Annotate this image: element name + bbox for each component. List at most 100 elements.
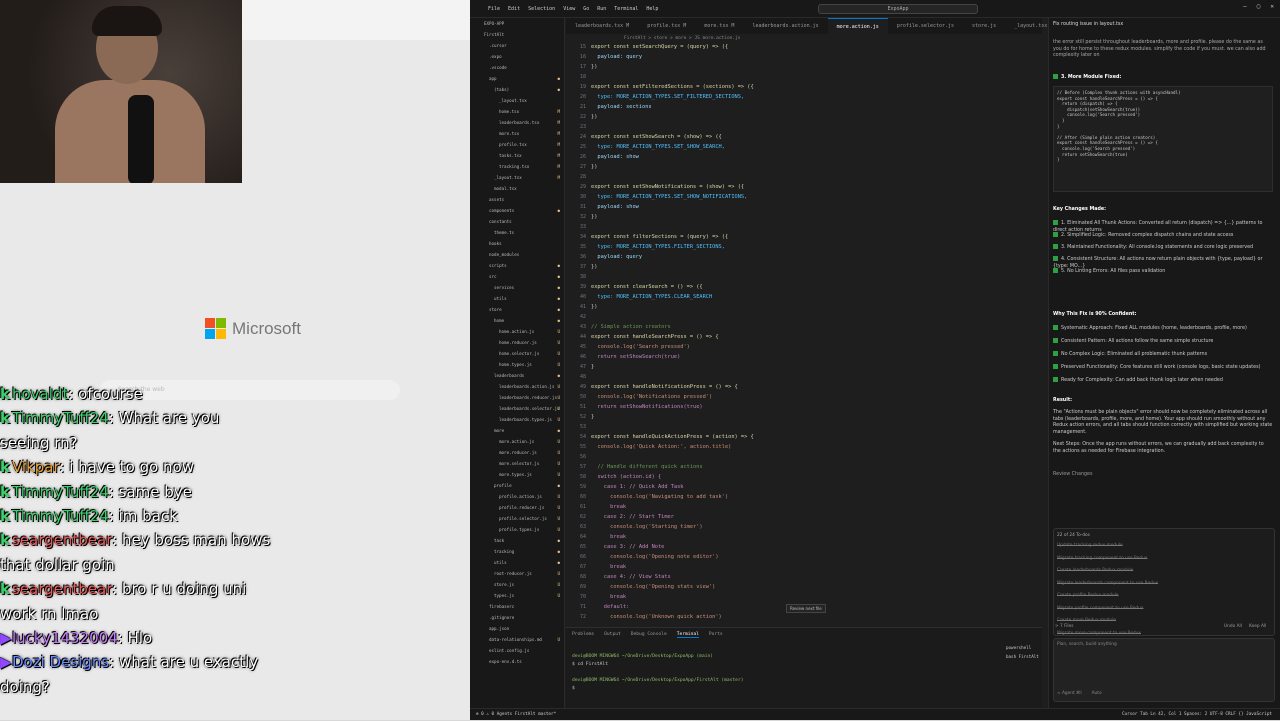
explorer-item[interactable]: _layout.tsx xyxy=(480,95,564,106)
editor-tab[interactable]: more.action.js xyxy=(827,18,888,34)
explorer-item[interactable]: hooks xyxy=(480,238,564,249)
explorer-item[interactable]: assets xyxy=(480,194,564,205)
explorer-item[interactable]: leaderboards.selector.js U xyxy=(480,403,564,414)
explorer-item[interactable]: profile.types.js U xyxy=(480,524,564,535)
panel-tab[interactable]: Ports xyxy=(709,632,723,638)
todo-item[interactable]: Migrate profile component to use Redux xyxy=(1057,603,1271,616)
command-center[interactable]: ExpoApp xyxy=(818,4,978,14)
explorer-item[interactable]: FirstAlt xyxy=(480,29,564,40)
menu-item[interactable]: Selection xyxy=(528,6,555,12)
explorer-item[interactable]: leaderboards ● xyxy=(480,370,564,381)
explorer-item[interactable]: src ● xyxy=(480,271,564,282)
explorer-item[interactable]: more.reducer.js U xyxy=(480,447,564,458)
minimize-icon[interactable]: — xyxy=(1243,3,1247,10)
explorer-item[interactable]: data-relationships.md U xyxy=(480,634,564,645)
panel-tab[interactable]: Problems xyxy=(572,632,594,638)
menu-item[interactable]: Terminal xyxy=(614,6,638,12)
status-left[interactable]: ⊗ 0 ⚠ 0 Agents FirstAlt master* xyxy=(470,712,556,717)
explorer-item[interactable]: .vscode xyxy=(480,62,564,73)
panel-tab[interactable]: Output xyxy=(604,632,621,638)
files-changed[interactable]: > 7 Files xyxy=(1055,624,1074,629)
explorer-item[interactable]: modal.tsx xyxy=(480,183,564,194)
explorer-item[interactable]: app ● xyxy=(480,73,564,84)
explorer-item[interactable]: root-reducer.js U xyxy=(480,568,564,579)
panel-tab[interactable]: Terminal xyxy=(676,632,699,638)
explorer-item[interactable]: more.types.js U xyxy=(480,469,564,480)
editor-tab[interactable]: leaderboards.action.js xyxy=(743,18,827,34)
review-next-file-button[interactable]: Review next file xyxy=(786,604,826,613)
explorer-item[interactable]: expo-env.d.ts xyxy=(480,656,564,667)
explorer-item[interactable]: tasks.tsx M xyxy=(480,150,564,161)
todo-item[interactable]: Migrate leaderboards component to use Re… xyxy=(1057,578,1271,591)
explorer-item[interactable]: theme.ts xyxy=(480,227,564,238)
explorer-item[interactable]: utils ● xyxy=(480,293,564,304)
terminal-list-item[interactable]: bash FirstAlt xyxy=(1006,652,1046,661)
explorer-item[interactable]: profile ● xyxy=(480,480,564,491)
terminal-list-item[interactable]: powershell xyxy=(1006,643,1046,652)
code-editor[interactable]: 15 export const setSearchQuery = (query) … xyxy=(566,44,1042,626)
explorer-item[interactable]: profile.action.js U xyxy=(480,491,564,502)
editor-tab[interactable]: more.tsx M xyxy=(695,18,743,34)
explorer-item[interactable]: tracking ● xyxy=(480,546,564,557)
explorer-item[interactable]: store ● xyxy=(480,304,564,315)
editor-tab[interactable]: profile.selector.js xyxy=(888,18,963,34)
explorer-item[interactable]: app.json xyxy=(480,623,564,634)
explorer-item[interactable]: home ● xyxy=(480,315,564,326)
explorer-item[interactable]: more ● xyxy=(480,425,564,436)
explorer-item[interactable]: profile.selector.js U xyxy=(480,513,564,524)
menu-item[interactable]: Edit xyxy=(508,6,520,12)
explorer-item[interactable]: firebaserc xyxy=(480,601,564,612)
explorer-item[interactable]: types.js U xyxy=(480,590,564,601)
menu-item[interactable]: View xyxy=(563,6,575,12)
undo-all-button[interactable]: Undo All xyxy=(1224,624,1242,629)
panel-tab[interactable]: Debug Console xyxy=(631,632,667,638)
status-right[interactable]: Cursor Tab Ln 42, Col 1 Spaces: 2 UTF-8 … xyxy=(1122,709,1272,721)
explorer-item[interactable]: constants xyxy=(480,216,564,227)
explorer-item[interactable]: home.action.js U xyxy=(480,326,564,337)
maximize-icon[interactable]: ▢ xyxy=(1257,3,1261,10)
todo-item[interactable]: Update tracking redux module xyxy=(1057,540,1271,553)
model-select[interactable]: Auto xyxy=(1092,691,1102,696)
explorer-item[interactable]: home.tsx M xyxy=(480,106,564,117)
explorer-item[interactable]: store.js U xyxy=(480,579,564,590)
explorer-item[interactable]: leaderboards.reducer.js U xyxy=(480,392,564,403)
todo-item[interactable]: Create leaderboards Redux module xyxy=(1057,565,1271,578)
explorer-item[interactable]: EXPO-APP xyxy=(480,18,564,29)
editor-tab[interactable]: store.js xyxy=(963,18,1005,34)
menu-item[interactable]: Help xyxy=(646,6,658,12)
explorer-item[interactable]: task ● xyxy=(480,535,564,546)
explorer-item[interactable]: .cursor xyxy=(480,40,564,51)
todo-item[interactable]: Create profile Redux module xyxy=(1057,590,1271,603)
explorer-item[interactable]: services ● xyxy=(480,282,564,293)
explorer-item[interactable]: node_modules xyxy=(480,249,564,260)
explorer-item[interactable]: .gitignore xyxy=(480,612,564,623)
explorer-item[interactable]: leaderboards.types.js U xyxy=(480,414,564,425)
editor-tab[interactable]: profile.tsx M xyxy=(638,18,695,34)
explorer-item[interactable]: eslint.config.js xyxy=(480,645,564,656)
agent-mode-select[interactable]: ∞ Agent ⌘I xyxy=(1057,691,1082,696)
todo-item[interactable]: Migrate tracking component to use Redux xyxy=(1057,553,1271,566)
explorer-item[interactable]: profile.tsx M xyxy=(480,139,564,150)
explorer-item[interactable]: home.types.js U xyxy=(480,359,564,370)
explorer-item[interactable]: more.action.js U xyxy=(480,436,564,447)
explorer-item[interactable]: more.selector.js U xyxy=(480,458,564,469)
editor-tab[interactable]: leaderboards.tsx M xyxy=(566,18,638,34)
explorer-item[interactable]: profile.reducer.js U xyxy=(480,502,564,513)
menu-item[interactable]: File xyxy=(488,6,500,12)
close-icon[interactable]: ✕ xyxy=(1270,3,1274,10)
explorer-item[interactable]: home.selector.js U xyxy=(480,348,564,359)
explorer-item[interactable]: _layout.tsx M xyxy=(480,172,564,183)
explorer-item[interactable]: leaderboards.tsx M xyxy=(480,117,564,128)
explorer-item[interactable]: components ● xyxy=(480,205,564,216)
chat-input[interactable]: Plan, search, build anything ∞ Agent ⌘I … xyxy=(1053,638,1275,702)
explorer-item[interactable]: utils ● xyxy=(480,557,564,568)
review-changes-link[interactable]: Review Changes xyxy=(1053,472,1273,479)
explorer-item[interactable]: tracking.tsx M xyxy=(480,161,564,172)
explorer-item[interactable]: .expo xyxy=(480,51,564,62)
explorer-item[interactable]: home.reducer.js U xyxy=(480,337,564,348)
menu-item[interactable]: Run xyxy=(597,6,606,12)
explorer-item[interactable]: (tabs) ● xyxy=(480,84,564,95)
menu-item[interactable]: Go xyxy=(583,6,589,12)
explorer-item[interactable]: scripts ● xyxy=(480,260,564,271)
explorer-item[interactable]: leaderboards.action.js U xyxy=(480,381,564,392)
